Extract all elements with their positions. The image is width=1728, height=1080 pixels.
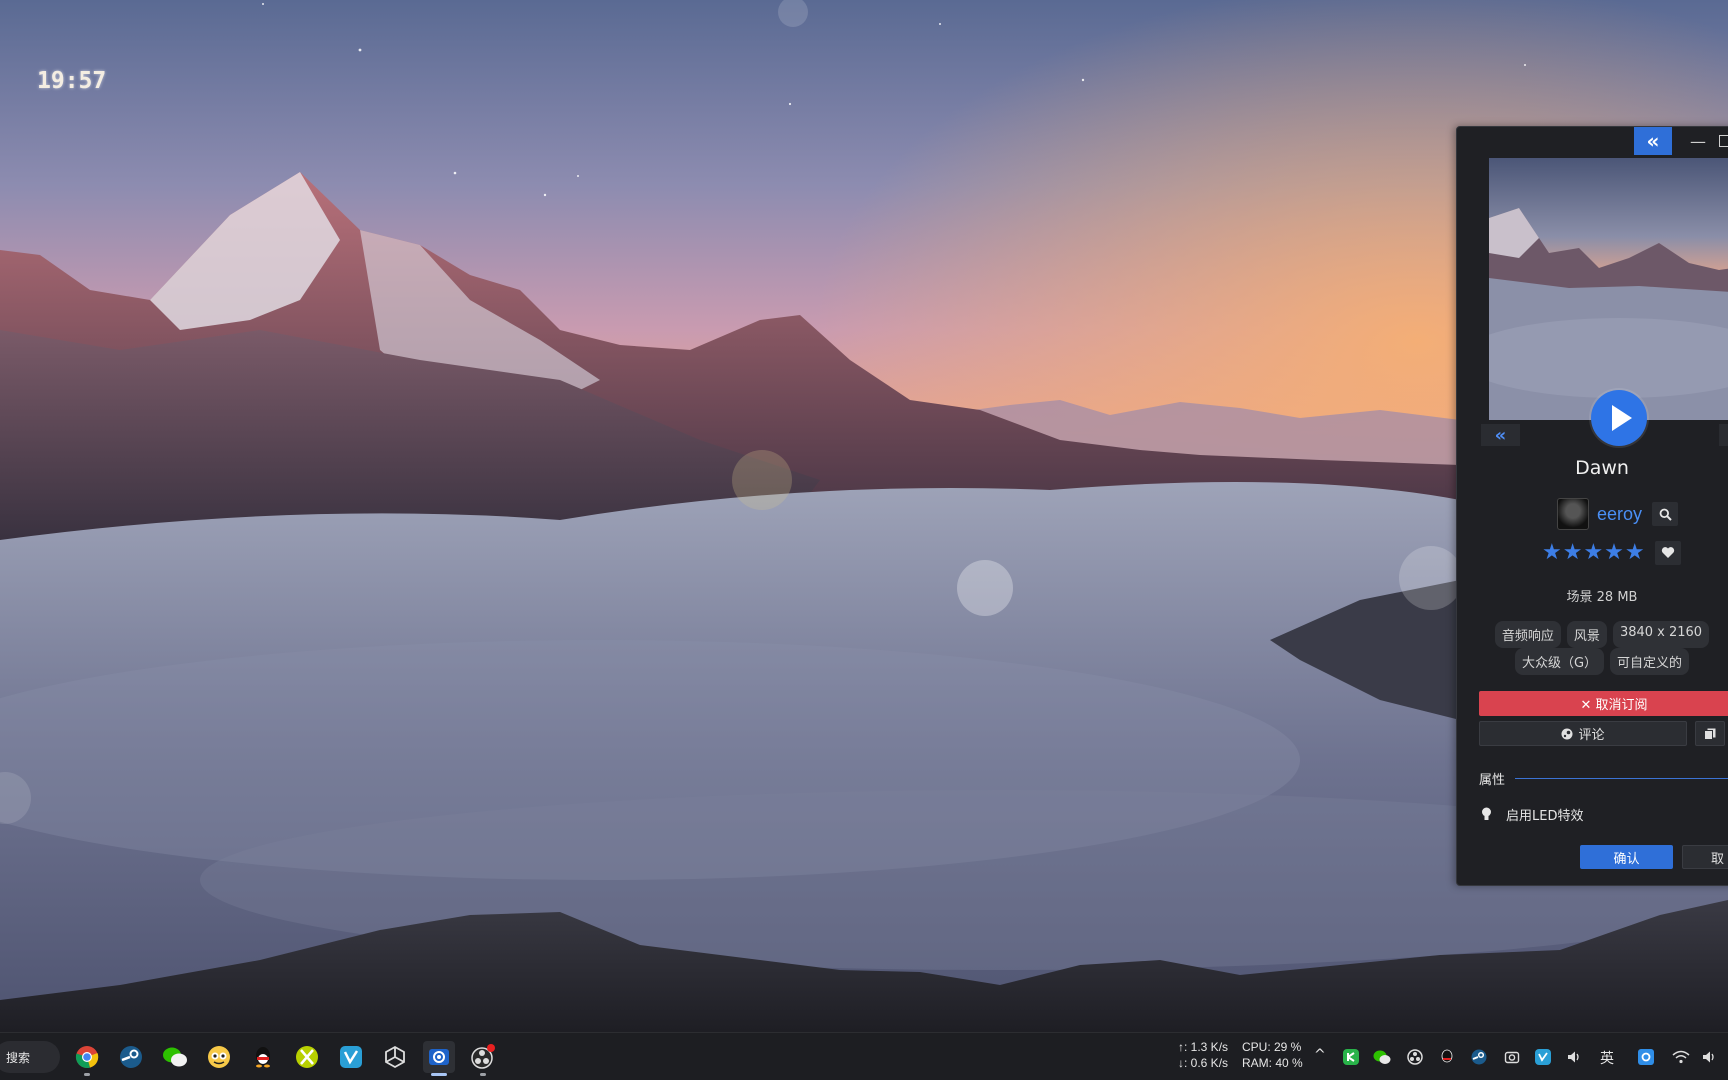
tag-landscape[interactable]: 风景	[1566, 621, 1607, 648]
author-search-button[interactable]	[1652, 502, 1679, 526]
maximize-icon[interactable]	[1719, 135, 1728, 147]
taskbar-app-wallpaper-engine[interactable]	[423, 1041, 455, 1076]
comment-button[interactable]: 评论	[1479, 721, 1687, 746]
qq-icon	[256, 1047, 270, 1068]
search-icon	[1659, 508, 1672, 521]
tag-resolution[interactable]: 3840 x 2160	[1612, 621, 1710, 648]
taskbar-app-steam[interactable]	[115, 1041, 147, 1073]
collapse-panel-button[interactable]: «	[1634, 127, 1672, 155]
tags-row-2: 大众级（G） 可自定义的	[1457, 648, 1728, 675]
double-chevron-left-icon: «	[1646, 129, 1660, 153]
speaker-icon[interactable]	[1700, 1048, 1718, 1066]
tray-qq-icon[interactable]	[1438, 1048, 1456, 1066]
ram-usage: RAM: 40 %	[1242, 1056, 1303, 1070]
heart-icon	[1661, 547, 1674, 558]
network-speed-widget: ↑: 1.3 K/s ↓: 0.6 K/s	[1178, 1039, 1228, 1071]
running-indicator	[480, 1073, 486, 1076]
steam-icon	[120, 1046, 142, 1068]
led-effect-property[interactable]: 启用LED特效	[1481, 805, 1583, 824]
double-chevron-left-icon: «	[1494, 424, 1507, 446]
next-wallpaper-button[interactable]	[1719, 424, 1728, 446]
wifi-icon[interactable]	[1672, 1048, 1690, 1066]
tray-wechat-icon[interactable]	[1373, 1048, 1391, 1066]
cpu-usage: CPU: 29 %	[1242, 1040, 1302, 1054]
tray-qq-mail-icon[interactable]	[1637, 1048, 1655, 1066]
minimize-button[interactable]: —	[1683, 127, 1713, 155]
taskbar-app-obs[interactable]	[467, 1041, 499, 1076]
active-indicator	[431, 1073, 447, 1076]
favorite-button[interactable]	[1654, 540, 1681, 565]
qqmusic-icon	[208, 1046, 230, 1068]
running-indicator	[84, 1073, 90, 1076]
play-icon	[1611, 405, 1632, 431]
author-avatar[interactable]	[1557, 498, 1589, 530]
unity-icon	[385, 1045, 405, 1069]
wallpaper-preview-image	[1489, 158, 1728, 420]
taskbar-app-vscode[interactable]	[335, 1041, 367, 1073]
input-method-indicator[interactable]: 英	[1600, 1048, 1614, 1068]
cancel-button[interactable]: 取	[1682, 845, 1728, 869]
tray-obs-icon[interactable]	[1406, 1048, 1424, 1066]
previous-wallpaper-button[interactable]: «	[1481, 424, 1520, 446]
tags-row-1: 音频响应 风景 3840 x 2160	[1457, 621, 1728, 648]
wallpaper-details-panel: « — « Dawn eeroy ★★★★★ 场景 28 MB 音频响应 风景 …	[1456, 126, 1728, 886]
tray-steam-icon[interactable]	[1470, 1048, 1488, 1066]
author-name-link[interactable]: eeroy	[1597, 504, 1642, 525]
copy-button[interactable]	[1695, 721, 1725, 746]
tray-screenshot-icon[interactable]	[1503, 1048, 1521, 1066]
tray-volume-icon[interactable]	[1565, 1048, 1583, 1066]
download-speed: ↓: 0.6 K/s	[1178, 1056, 1229, 1070]
xbox-icon	[296, 1046, 318, 1068]
tag-age-rating[interactable]: 大众级（G）	[1514, 648, 1605, 675]
minimize-icon: —	[1690, 131, 1706, 151]
properties-section-title: 属性	[1479, 773, 1506, 788]
confirm-button[interactable]: 确认	[1580, 845, 1673, 869]
tray-kaspersky-icon[interactable]	[1342, 1048, 1360, 1066]
rating-row: ★★★★★	[1542, 540, 1681, 565]
wechat-icon	[163, 1047, 187, 1067]
led-effect-label: 启用LED特效	[1506, 809, 1584, 824]
unsubscribe-button[interactable]: ✕ 取消订阅	[1479, 691, 1728, 716]
comment-label: 评论	[1578, 728, 1605, 743]
tray-vscode-icon[interactable]	[1534, 1048, 1552, 1066]
taskbar-app-qqmusic[interactable]	[203, 1041, 235, 1073]
tag-audio-response[interactable]: 音频响应	[1494, 621, 1561, 648]
taskbar-app-qq[interactable]	[247, 1041, 279, 1073]
wallpaper-type-size: 场景 28 MB	[1566, 590, 1638, 605]
taskbar-search[interactable]: 搜索	[0, 1041, 60, 1073]
taskbar-app-wechat[interactable]	[159, 1041, 191, 1073]
search-label: 搜索	[6, 1050, 31, 1065]
upload-speed: ↑: 1.3 K/s	[1178, 1040, 1229, 1054]
desktop-clock: 19:57	[37, 68, 107, 94]
taskbar-app-xbox[interactable]	[291, 1041, 323, 1073]
author-row: eeroy	[1557, 497, 1679, 531]
panel-titlebar: « —	[1457, 127, 1728, 155]
show-hidden-icons-button[interactable]: ^	[1314, 1047, 1326, 1063]
wallpaper-title: Dawn	[1575, 457, 1629, 479]
taskbar-app-chrome[interactable]	[71, 1041, 103, 1076]
copy-icon	[1704, 728, 1716, 740]
properties-divider	[1515, 778, 1728, 779]
vscode-icon	[340, 1046, 362, 1068]
lightbulb-icon	[1482, 807, 1491, 820]
chevron-up-icon: ^	[1314, 1047, 1326, 1063]
wallpaper-engine-icon	[429, 1049, 449, 1065]
taskbar-app-unity[interactable]	[379, 1041, 411, 1073]
chrome-icon	[75, 1046, 99, 1069]
steam-icon	[1561, 728, 1573, 739]
rating-stars: ★★★★★	[1542, 540, 1646, 565]
obs-icon	[471, 1044, 495, 1069]
taskbar: 搜索 ↑: 1.3 K/s ↓: 0.6 K/s CPU: 29 % RAM: …	[0, 1032, 1728, 1080]
play-preview-button[interactable]	[1591, 390, 1647, 446]
tag-customizable[interactable]: 可自定义的	[1610, 648, 1690, 675]
system-usage-widget: CPU: 29 % RAM: 40 %	[1242, 1039, 1303, 1071]
